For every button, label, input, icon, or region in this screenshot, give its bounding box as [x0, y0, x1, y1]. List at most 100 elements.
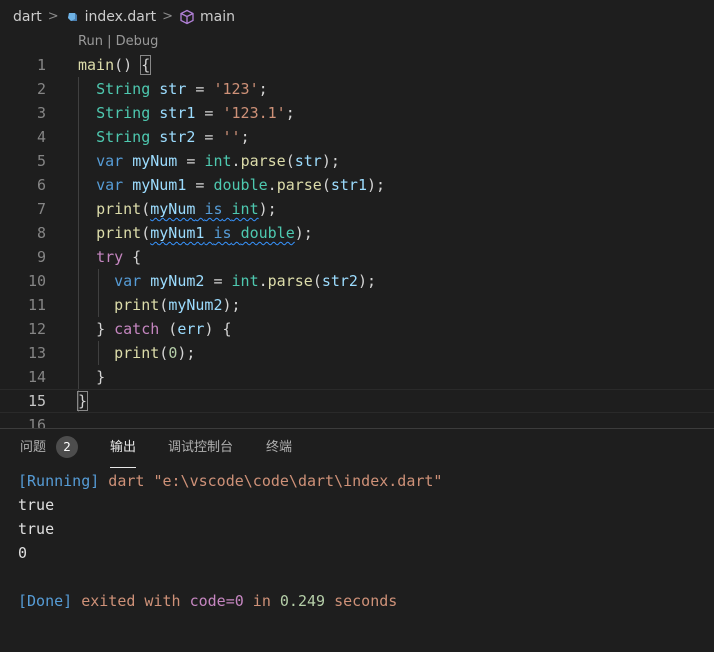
output-line-running: [Running] dart "e:\vscode\code\dart\inde… — [18, 469, 442, 493]
code-token: ; — [285, 104, 295, 122]
running-tag: [Running] — [18, 472, 100, 490]
line-number: 3 — [36, 104, 46, 122]
code-text: print(0); — [78, 341, 195, 365]
codelens-run[interactable]: Run — [78, 34, 103, 49]
code-token: print — [96, 200, 142, 218]
code-line[interactable]: 8 print(myNum1 is double); — [0, 221, 714, 245]
code-token: int — [231, 200, 259, 218]
code-token: try — [96, 248, 124, 266]
line-number: 1 — [36, 56, 46, 74]
code-token: str1 — [330, 176, 367, 194]
code-line[interactable]: 9 try { — [0, 245, 714, 269]
code-text: try { — [78, 245, 141, 269]
code-line[interactable]: 2 String str = '123'; — [0, 77, 714, 101]
code-token: myNum2 — [168, 296, 223, 314]
done-tag: [Done] — [18, 592, 73, 610]
code-token: ); — [321, 152, 340, 170]
code-line[interactable]: 3 String str1 = '123.1'; — [0, 101, 714, 125]
code-text: print(myNum2); — [78, 293, 241, 317]
code-token: 0 — [168, 344, 178, 362]
code-token: ); — [177, 344, 196, 362]
done-seconds-value: 0.249 — [279, 592, 326, 610]
breadcrumb-folder[interactable]: dart — [13, 9, 42, 25]
code-line[interactable]: 4 String str2 = ''; — [0, 125, 714, 149]
tab-output-label: 输出 — [110, 440, 137, 455]
code-token: { — [123, 248, 142, 266]
done-text: seconds — [325, 592, 398, 610]
code-token: myNum — [132, 152, 178, 170]
code-text: } — [78, 365, 105, 389]
code-token: is — [204, 200, 223, 218]
code-token: } — [96, 320, 115, 338]
code-token: var — [114, 272, 142, 290]
method-cube-icon — [180, 9, 194, 24]
code-line[interactable]: 15} — [0, 389, 714, 413]
tab-terminal-label: 终端 — [266, 440, 293, 455]
tab-problems[interactable]: 问题 2 — [20, 429, 79, 467]
code-token: parse — [267, 272, 313, 290]
code-line[interactable]: 5 var myNum = int.parse(str); — [0, 149, 714, 173]
code-token: str — [294, 152, 322, 170]
chevron-right-icon: > — [47, 9, 59, 24]
line-number: 13 — [27, 344, 46, 362]
code-token: . — [258, 272, 268, 290]
code-token: . — [267, 176, 277, 194]
code-token: { — [140, 55, 152, 75]
code-token: ( — [321, 176, 331, 194]
code-text: } — [76, 390, 89, 412]
tab-output[interactable]: 输出 — [110, 429, 137, 468]
output-console[interactable]: [Running] dart "e:\vscode\code\dart\inde… — [18, 469, 442, 613]
tab-debug-console[interactable]: 调试控制台 — [168, 429, 233, 467]
code-token: ; — [258, 80, 268, 98]
problems-count-badge: 2 — [56, 435, 79, 458]
breadcrumb-file[interactable]: index.dart — [85, 9, 156, 25]
code-token: str2 — [321, 272, 358, 290]
breadcrumb: dart > index.dart > main — [0, 0, 714, 33]
code-token: ; — [240, 128, 250, 146]
line-number: 5 — [36, 152, 46, 170]
tab-terminal[interactable]: 终端 — [266, 429, 292, 467]
line-number: 8 — [36, 224, 46, 242]
line-number: 4 — [36, 128, 46, 146]
code-token: } — [76, 391, 89, 411]
code-token: var — [96, 152, 124, 170]
output-line-result: true — [18, 496, 55, 514]
code-token: ( — [312, 272, 322, 290]
line-number: 6 — [36, 176, 46, 194]
code-line[interactable]: 13 print(0); — [0, 341, 714, 365]
code-line[interactable]: 11 print(myNum2); — [0, 293, 714, 317]
code-token: ); — [222, 296, 241, 314]
code-line[interactable]: 1 main() { — [0, 53, 714, 77]
code-line[interactable]: 14 } — [0, 365, 714, 389]
output-line-done: [Done] exited with code=0 in 0.249 secon… — [18, 589, 442, 613]
line-number: 14 — [27, 368, 46, 386]
code-token: = — [204, 272, 232, 290]
code-line[interactable]: 7 print(myNum is int); — [0, 197, 714, 221]
code-token: myNum1 — [132, 176, 187, 194]
done-text: exited with — [72, 592, 190, 610]
code-token: str1 — [159, 104, 196, 122]
code-token: ( — [285, 152, 295, 170]
code-line[interactable]: 12 } catch (err) { — [0, 317, 714, 341]
code-line[interactable]: 6 var myNum1 = double.parse(str1); — [0, 173, 714, 197]
code-token: catch — [114, 320, 160, 338]
code-token: myNum2 — [150, 272, 205, 290]
code-line[interactable]: 16 — [0, 413, 714, 428]
code-token: String — [96, 128, 151, 146]
line-number: 7 — [36, 200, 46, 218]
code-line[interactable]: 10 var myNum2 = int.parse(str2); — [0, 269, 714, 293]
breadcrumb-symbol[interactable]: main — [200, 9, 235, 25]
code-text: print(myNum is int); — [78, 197, 277, 221]
code-editor[interactable]: Run | Debug 1 main() {2 String str = '123… — [0, 33, 714, 428]
line-number: 15 — [27, 392, 46, 410]
codelens-debug[interactable]: Debug — [116, 34, 159, 49]
code-text: String str1 = '123.1'; — [78, 101, 295, 125]
